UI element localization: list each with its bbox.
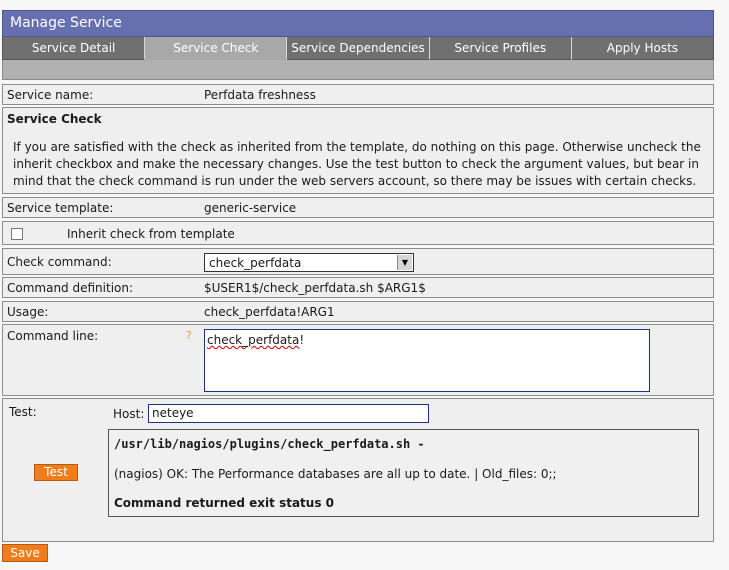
service-name-row: Service name: Perfdata freshness — [2, 84, 714, 105]
command-line-row: Command line: ? check_perfdata! — [2, 324, 714, 396]
service-check-heading: Service Check — [7, 112, 102, 126]
usage-value: check_perfdata!ARG1 — [204, 305, 335, 319]
tab-apply-hosts[interactable]: Apply Hosts — [571, 37, 715, 60]
service-template-label: Service template: — [7, 201, 114, 215]
usage-label: Usage: — [7, 305, 49, 319]
command-line-suffix: ! — [299, 333, 305, 347]
test-label: Test: — [9, 405, 37, 419]
tab-content-bar — [2, 60, 714, 80]
host-label: Host: — [113, 407, 145, 421]
check-command-select[interactable]: check_perfdata ▼ — [204, 253, 414, 272]
command-definition-row: Command definition: $USER1$/check_perfda… — [2, 277, 714, 298]
check-command-row: Check command: check_perfdata ▼ — [2, 248, 714, 275]
command-line-label: Command line: — [7, 329, 99, 343]
service-name-value: Perfdata freshness — [204, 88, 316, 102]
test-row: Test: Host: neteye Test /usr/lib/nagios/… — [2, 398, 714, 542]
tab-service-check[interactable]: Service Check — [145, 37, 288, 60]
save-button[interactable]: Save — [2, 544, 48, 562]
manage-service-panel: Manage Service Service Detail Service Ch… — [2, 10, 715, 80]
inherit-row: Inherit check from template — [2, 221, 714, 245]
test-button[interactable]: Test — [34, 464, 78, 481]
test-output-box: /usr/lib/nagios/plugins/check_perfdata.s… — [108, 429, 699, 517]
command-definition-label: Command definition: — [7, 281, 134, 295]
help-icon[interactable]: ? — [186, 329, 192, 342]
inherit-checkbox[interactable] — [11, 228, 23, 240]
tab-service-profiles[interactable]: Service Profiles — [429, 37, 572, 60]
test-output-command: /usr/lib/nagios/plugins/check_perfdata.s… — [114, 437, 425, 451]
test-output-result: (nagios) OK: The Performance databases a… — [114, 467, 557, 481]
service-check-description: If you are satisfied with the check as i… — [13, 140, 701, 188]
command-line-text: check_perfdata — [207, 333, 300, 347]
usage-row: Usage: check_perfdata!ARG1 — [2, 301, 714, 322]
command-line-textarea[interactable]: check_perfdata! — [204, 329, 650, 392]
inherit-label: Inherit check from template — [67, 227, 235, 241]
check-command-label: Check command: — [7, 255, 112, 269]
command-definition-value: $USER1$/check_perfdata.sh $ARG1$ — [204, 281, 426, 295]
service-check-section: Service Check If you are satisfied with … — [2, 107, 714, 194]
check-command-selected-value: check_perfdata — [209, 256, 302, 270]
tab-bar: Service Detail Service Check Service Dep… — [2, 37, 715, 60]
host-input[interactable]: neteye — [148, 404, 429, 423]
tab-service-detail[interactable]: Service Detail — [3, 37, 146, 60]
service-name-label: Service name: — [7, 88, 94, 102]
tab-service-dependencies[interactable]: Service Dependencies — [287, 37, 430, 60]
test-output-status: Command returned exit status 0 — [114, 496, 335, 510]
service-template-row: Service template: generic-service — [2, 197, 714, 218]
chevron-down-icon[interactable]: ▼ — [397, 255, 412, 270]
page-title: Manage Service — [2, 10, 714, 37]
service-template-value: generic-service — [204, 201, 297, 215]
